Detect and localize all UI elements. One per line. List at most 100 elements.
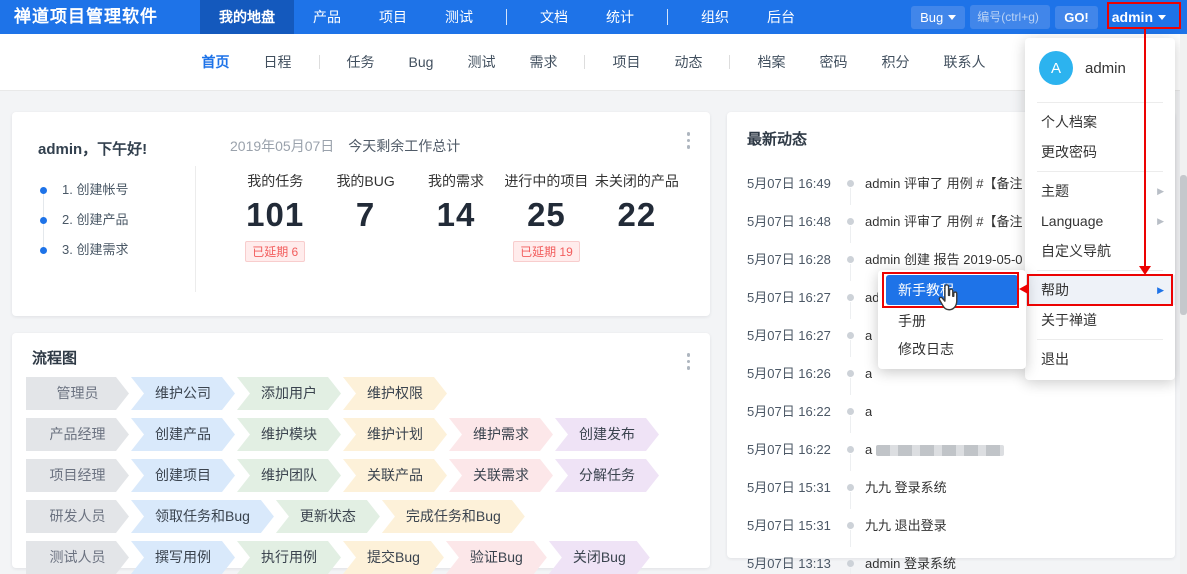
subnav-item-任务[interactable]: 任务 bbox=[330, 52, 392, 72]
subnav-item-动态[interactable]: 动态 bbox=[657, 52, 719, 72]
flow-step[interactable]: 创建项目 bbox=[131, 459, 235, 492]
subnav-item-积分[interactable]: 积分 bbox=[864, 52, 926, 72]
topnav-item-产品[interactable]: 产品 bbox=[294, 0, 360, 34]
activity-text: admin 评审了 用例 #【备注 bbox=[865, 175, 1022, 193]
topnav-item-后台[interactable]: 后台 bbox=[748, 0, 814, 34]
user-menu-items: 个人档案更改密码主题▶Language▶自定义导航帮助▶关于禅道退出 bbox=[1025, 107, 1175, 374]
welcome-step[interactable]: 3. 创建需求 bbox=[38, 241, 195, 271]
timeline-dot bbox=[847, 560, 854, 567]
chevron-right-icon: ▶ bbox=[1157, 275, 1164, 305]
nav-divider bbox=[729, 55, 730, 69]
submenu-item-修改日志[interactable]: 修改日志 bbox=[878, 335, 1026, 363]
search-module-dropdown[interactable]: Bug bbox=[911, 6, 965, 29]
flowchart-panel: 流程图 管理员维护公司添加用户维护权限产品经理创建产品维护模块维护计划维护需求创… bbox=[12, 333, 710, 568]
topnav-item-测试[interactable]: 测试 bbox=[426, 0, 492, 34]
subnav-item-测试[interactable]: 测试 bbox=[450, 52, 512, 72]
flowchart-rows: 管理员维护公司添加用户维护权限产品经理创建产品维护模块维护计划维护需求创建发布项… bbox=[12, 368, 710, 574]
stat-item[interactable]: 进行中的项目25已延期 19 bbox=[501, 172, 591, 262]
menu-item-更改密码[interactable]: 更改密码 bbox=[1025, 137, 1175, 167]
stat-item[interactable]: 未关闭的产品22 bbox=[592, 172, 682, 262]
stat-item[interactable]: 我的BUG7 bbox=[320, 172, 410, 262]
work-summary-block: 2019年05月07日 今天剩余工作总计 我的任务101已延期 6我的BUG7我… bbox=[196, 112, 710, 316]
activity-time: 5月07日 15:31 bbox=[747, 517, 837, 535]
bullet-dot-icon bbox=[40, 217, 47, 224]
stat-item[interactable]: 我的任务101已延期 6 bbox=[230, 172, 320, 262]
nav-divider bbox=[584, 55, 585, 69]
kebab-menu-icon[interactable] bbox=[683, 128, 695, 153]
topnav-item-我的地盘[interactable]: 我的地盘 bbox=[200, 0, 294, 34]
chevron-right-icon: ▶ bbox=[1157, 176, 1164, 206]
menu-item-帮助[interactable]: 帮助▶ bbox=[1025, 275, 1175, 305]
scrollbar-track[interactable] bbox=[1180, 34, 1187, 574]
timeline-dot bbox=[847, 180, 854, 187]
topnav-item-项目[interactable]: 项目 bbox=[360, 0, 426, 34]
chevron-right-icon: ▶ bbox=[1157, 206, 1164, 236]
flow-step[interactable]: 执行用例 bbox=[237, 541, 341, 574]
flow-step[interactable]: 提交Bug bbox=[343, 541, 444, 574]
activity-time: 5月07日 16:27 bbox=[747, 327, 837, 345]
menu-item-Language[interactable]: Language▶ bbox=[1025, 206, 1175, 236]
stat-item[interactable]: 我的需求14 bbox=[411, 172, 501, 262]
subnav-item-项目[interactable]: 项目 bbox=[595, 52, 657, 72]
user-menu-button[interactable]: admin bbox=[1103, 9, 1175, 25]
menu-item-关于禅道[interactable]: 关于禅道 bbox=[1025, 305, 1175, 335]
subnav-item-Bug[interactable]: Bug bbox=[392, 54, 451, 70]
chevron-down-icon bbox=[1158, 15, 1166, 20]
flow-step[interactable]: 创建发布 bbox=[555, 418, 659, 451]
subnav-item-需求[interactable]: 需求 bbox=[512, 52, 574, 72]
activity-text: admin 登录系统 bbox=[865, 555, 956, 573]
go-button[interactable]: GO! bbox=[1055, 6, 1098, 29]
greeting-text: admin，下午好! bbox=[38, 138, 195, 159]
flow-step[interactable]: 维护权限 bbox=[343, 377, 447, 410]
timeline-line bbox=[850, 264, 851, 281]
subnav-item-联系人[interactable]: 联系人 bbox=[926, 52, 1002, 72]
activity-time: 5月07日 16:48 bbox=[747, 213, 837, 231]
topnav-item-文档[interactable]: 文档 bbox=[521, 0, 587, 34]
welcome-step-label: 3. 创建需求 bbox=[62, 242, 128, 257]
subnav-item-档案[interactable]: 档案 bbox=[740, 52, 802, 72]
flow-step[interactable]: 撰写用例 bbox=[131, 541, 235, 574]
activity-row: 5月07日 16:22a bbox=[747, 403, 1175, 431]
activity-time: 5月07日 16:26 bbox=[747, 365, 837, 383]
flow-step[interactable]: 分解任务 bbox=[555, 459, 659, 492]
topnav-item-组织[interactable]: 组织 bbox=[682, 0, 748, 34]
flow-step[interactable]: 创建产品 bbox=[131, 418, 235, 451]
submenu-item-新手教程[interactable]: 新手教程 bbox=[886, 275, 1018, 305]
flow-row: 产品经理创建产品维护模块维护计划维护需求创建发布 bbox=[26, 418, 710, 451]
flow-step[interactable]: 验证Bug bbox=[446, 541, 547, 574]
flow-step[interactable]: 维护模块 bbox=[237, 418, 341, 451]
subnav-item-日程[interactable]: 日程 bbox=[247, 52, 309, 72]
stat-value: 22 bbox=[617, 196, 656, 234]
activity-text: a bbox=[865, 441, 1004, 459]
menu-item-退出[interactable]: 退出 bbox=[1025, 344, 1175, 374]
stat-value: 14 bbox=[437, 196, 476, 234]
flowchart-title: 流程图 bbox=[12, 333, 710, 368]
welcome-step[interactable]: 1. 创建帐号 bbox=[38, 181, 195, 211]
flow-step[interactable]: 维护计划 bbox=[343, 418, 447, 451]
menu-item-自定义导航[interactable]: 自定义导航 bbox=[1025, 236, 1175, 266]
flow-step[interactable]: 关联产品 bbox=[343, 459, 447, 492]
stats-row: 我的任务101已延期 6我的BUG7我的需求14进行中的项目25已延期 19未关… bbox=[230, 172, 688, 262]
flow-step[interactable]: 添加用户 bbox=[237, 377, 341, 410]
scrollbar-thumb[interactable] bbox=[1180, 175, 1187, 315]
kebab-menu-icon[interactable] bbox=[683, 349, 695, 374]
flow-step[interactable]: 关联需求 bbox=[449, 459, 553, 492]
welcome-step[interactable]: 2. 创建产品 bbox=[38, 211, 195, 241]
flow-step[interactable]: 完成任务和Bug bbox=[382, 500, 525, 533]
subnav-item-首页[interactable]: 首页 bbox=[185, 52, 247, 72]
menu-divider bbox=[1037, 339, 1163, 340]
topnav-item-统计[interactable]: 统计 bbox=[587, 0, 653, 34]
flow-step[interactable]: 领取任务和Bug bbox=[131, 500, 274, 533]
menu-item-主题[interactable]: 主题▶ bbox=[1025, 176, 1175, 206]
menu-item-个人档案[interactable]: 个人档案 bbox=[1025, 107, 1175, 137]
search-input[interactable] bbox=[970, 5, 1050, 29]
flow-step[interactable]: 维护团队 bbox=[237, 459, 341, 492]
flow-step[interactable]: 关闭Bug bbox=[549, 541, 650, 574]
submenu-item-手册[interactable]: 手册 bbox=[878, 307, 1026, 335]
activity-time: 5月07日 13:13 bbox=[747, 555, 837, 573]
flow-step[interactable]: 维护需求 bbox=[449, 418, 553, 451]
obscured-text bbox=[876, 445, 1004, 456]
flow-step[interactable]: 维护公司 bbox=[131, 377, 235, 410]
subnav-item-密码[interactable]: 密码 bbox=[802, 52, 864, 72]
flow-step[interactable]: 更新状态 bbox=[276, 500, 380, 533]
